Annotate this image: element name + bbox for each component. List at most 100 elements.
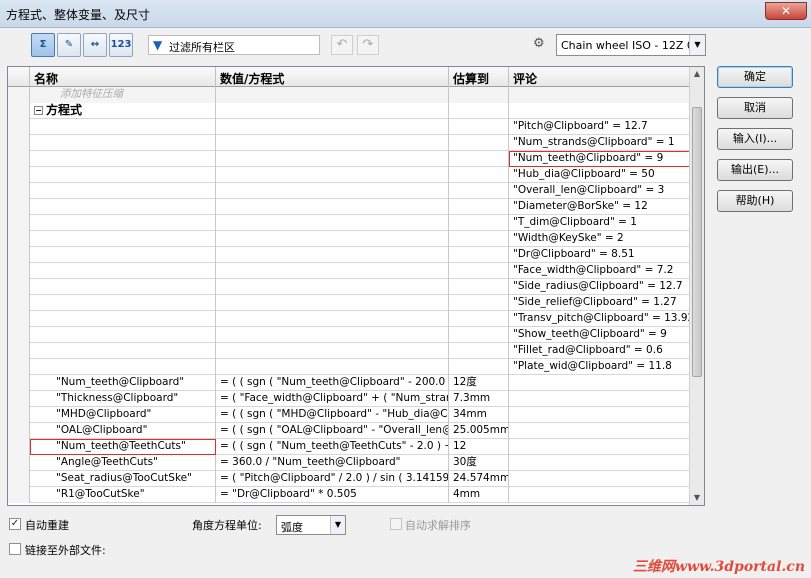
equation-row[interactable]: "Num_teeth@Clipboard" = ( ( sgn ( "Num_te…	[8, 375, 690, 391]
equation-value-cell[interactable]: = 360.0 / "Num_teeth@Clipboard"	[216, 455, 449, 471]
value-cell[interactable]	[216, 199, 449, 215]
value-cell[interactable]	[216, 247, 449, 263]
name-cell[interactable]	[30, 343, 216, 359]
vertical-scrollbar[interactable]: ▲ ▼	[689, 67, 704, 505]
comment-row[interactable]: "Hub_dia@Clipboard" = 50	[8, 167, 690, 183]
equation-comment-cell[interactable]	[509, 407, 690, 423]
name-cell[interactable]	[30, 263, 216, 279]
name-cell[interactable]	[30, 183, 216, 199]
value-cell[interactable]	[216, 183, 449, 199]
name-cell[interactable]	[30, 135, 216, 151]
section-label-cell[interactable]: − 方程式	[30, 103, 216, 119]
equation-value-cell[interactable]: = ( ( sgn ( "OAL@Clipboard" - "Overall_l…	[216, 423, 449, 439]
close-button[interactable]: ✕	[765, 2, 807, 20]
equation-name-cell[interactable]: "Angle@TeethCuts"	[30, 455, 216, 471]
equation-comment-cell[interactable]	[509, 487, 690, 503]
comment-cell[interactable]: "Width@KeySke" = 2	[509, 231, 690, 247]
comment-row[interactable]: "T_dim@Clipboard" = 1	[8, 215, 690, 231]
equation-row[interactable]: "Num_teeth@TeethCuts" = ( ( sgn ( "Num_te…	[8, 439, 690, 455]
value-cell[interactable]	[216, 279, 449, 295]
value-cell[interactable]	[216, 135, 449, 151]
column-header-value[interactable]: 数值/方程式	[216, 67, 449, 87]
equation-comment-cell[interactable]	[509, 391, 690, 407]
name-cell[interactable]	[30, 151, 216, 167]
placeholder-value-cell[interactable]	[216, 87, 449, 103]
name-cell[interactable]	[30, 215, 216, 231]
comment-cell[interactable]: "Face_width@Clipboard" = 7.2	[509, 263, 690, 279]
comment-row[interactable]: "Transv_pitch@Clipboard" = 13.92	[8, 311, 690, 327]
equation-value-cell[interactable]: = ( ( sgn ( "Num_teeth@Clipboard" - 200.…	[216, 375, 449, 391]
redo-button[interactable]: ↷	[357, 35, 379, 55]
comment-row[interactable]: "Num_strands@Clipboard" = 1	[8, 135, 690, 151]
equation-row[interactable]: "MHD@Clipboard" = ( ( sgn ( "MHD@Clipboar…	[8, 407, 690, 423]
value-cell[interactable]	[216, 151, 449, 167]
comment-cell[interactable]: "Dr@Clipboard" = 8.51	[509, 247, 690, 263]
equation-name-cell[interactable]: "R1@TooCutSke"	[30, 487, 216, 503]
comment-row[interactable]: "Overall_len@Clipboard" = 3	[8, 183, 690, 199]
comment-row[interactable]: "Num_teeth@Clipboard" = 9	[8, 151, 690, 167]
equation-value-cell[interactable]: = ( ( sgn ( "MHD@Clipboard" - "Hub_dia@C…	[216, 407, 449, 423]
equation-row[interactable]: "R1@TooCutSke" = "Dr@Clipboard" * 0.505 4m…	[8, 487, 690, 503]
comment-cell[interactable]: "Overall_len@Clipboard" = 3	[509, 183, 690, 199]
value-cell[interactable]	[216, 327, 449, 343]
equation-row[interactable]: "Angle@TeethCuts" = 360.0 / "Num_teeth@Cl…	[8, 455, 690, 471]
scroll-thumb[interactable]	[692, 107, 702, 377]
equation-name-cell[interactable]: "Thickness@Clipboard"	[30, 391, 216, 407]
scroll-up-icon[interactable]: ▲	[690, 67, 704, 81]
value-cell[interactable]	[216, 295, 449, 311]
name-cell[interactable]	[30, 279, 216, 295]
name-cell[interactable]	[30, 327, 216, 343]
auto-solve-checkbox[interactable]	[390, 518, 402, 530]
sketch-equation-view-button[interactable]: ✎	[57, 33, 81, 57]
column-header-name[interactable]: 名称	[30, 67, 216, 87]
section-row-equations[interactable]: − 方程式	[8, 103, 690, 119]
column-header-estimate[interactable]: 估算到	[449, 67, 509, 87]
value-cell[interactable]	[216, 343, 449, 359]
comment-cell[interactable]: "Fillet_rad@Clipboard" = 0.6	[509, 343, 690, 359]
equation-comment-cell[interactable]	[509, 423, 690, 439]
export-button[interactable]: 输出(E)...	[717, 159, 793, 181]
equation-name-cell[interactable]: "OAL@Clipboard"	[30, 423, 216, 439]
import-button[interactable]: 输入(I)...	[717, 128, 793, 150]
help-button[interactable]: 帮助(H)	[717, 190, 793, 212]
column-header-comment[interactable]: 评论	[509, 67, 690, 87]
equation-comment-cell[interactable]	[509, 455, 690, 471]
comment-row[interactable]: "Width@KeySke" = 2	[8, 231, 690, 247]
filter-input[interactable]: ▼ 过滤所有栏区	[148, 35, 320, 55]
equation-value-cell[interactable]: = ( "Face_width@Clipboard" + ( "Num_stra…	[216, 391, 449, 407]
comment-row[interactable]: "Side_radius@Clipboard" = 12.7	[8, 279, 690, 295]
comment-row[interactable]: "Diameter@BorSke" = 12	[8, 199, 690, 215]
name-cell[interactable]	[30, 119, 216, 135]
equation-comment-cell[interactable]	[509, 471, 690, 487]
value-cell[interactable]	[216, 231, 449, 247]
equation-value-cell[interactable]: = ( "Pitch@Clipboard" / 2.0 ) / sin ( 3.…	[216, 471, 449, 487]
equation-comment-cell[interactable]	[509, 439, 690, 455]
comment-cell[interactable]: "T_dim@Clipboard" = 1	[509, 215, 690, 231]
comment-row[interactable]: "Pitch@Clipboard" = 12.7	[8, 119, 690, 135]
comment-cell[interactable]: "Show_teeth@Clipboard" = 9	[509, 327, 690, 343]
equation-row[interactable]: "Thickness@Clipboard" = ( "Face_width@Cli…	[8, 391, 690, 407]
comment-row[interactable]: "Dr@Clipboard" = 8.51	[8, 247, 690, 263]
comment-cell[interactable]: "Side_radius@Clipboard" = 12.7	[509, 279, 690, 295]
name-cell[interactable]	[30, 167, 216, 183]
comment-row[interactable]: "Fillet_rad@Clipboard" = 0.6	[8, 343, 690, 359]
equation-name-cell[interactable]: "Seat_radius@TooCutSke"	[30, 471, 216, 487]
ordered-view-button[interactable]: 123	[109, 33, 133, 57]
comment-row[interactable]: "Show_teeth@Clipboard" = 9	[8, 327, 690, 343]
value-cell[interactable]	[216, 263, 449, 279]
equation-name-cell[interactable]: "MHD@Clipboard"	[30, 407, 216, 423]
name-cell[interactable]	[30, 295, 216, 311]
comment-row[interactable]: "Side_relief@Clipboard" = 1.27	[8, 295, 690, 311]
comment-cell[interactable]: "Side_relief@Clipboard" = 1.27	[509, 295, 690, 311]
name-cell[interactable]	[30, 231, 216, 247]
name-cell[interactable]	[30, 359, 216, 375]
equation-value-cell[interactable]: = ( ( sgn ( "Num_teeth@TeethCuts" - 2.0 …	[216, 439, 449, 455]
comment-cell[interactable]: "Transv_pitch@Clipboard" = 13.92	[509, 311, 690, 327]
equation-row[interactable]: "Seat_radius@TooCutSke" = ( "Pitch@Clipbo…	[8, 471, 690, 487]
placeholder-comment-cell[interactable]	[509, 87, 690, 103]
link-external-checkbox[interactable]	[9, 543, 21, 555]
value-cell[interactable]	[216, 119, 449, 135]
ok-button[interactable]: 确定	[717, 66, 793, 88]
comment-cell[interactable]: "Diameter@BorSke" = 12	[509, 199, 690, 215]
comment-cell[interactable]: "Num_teeth@Clipboard" = 9	[509, 151, 690, 167]
